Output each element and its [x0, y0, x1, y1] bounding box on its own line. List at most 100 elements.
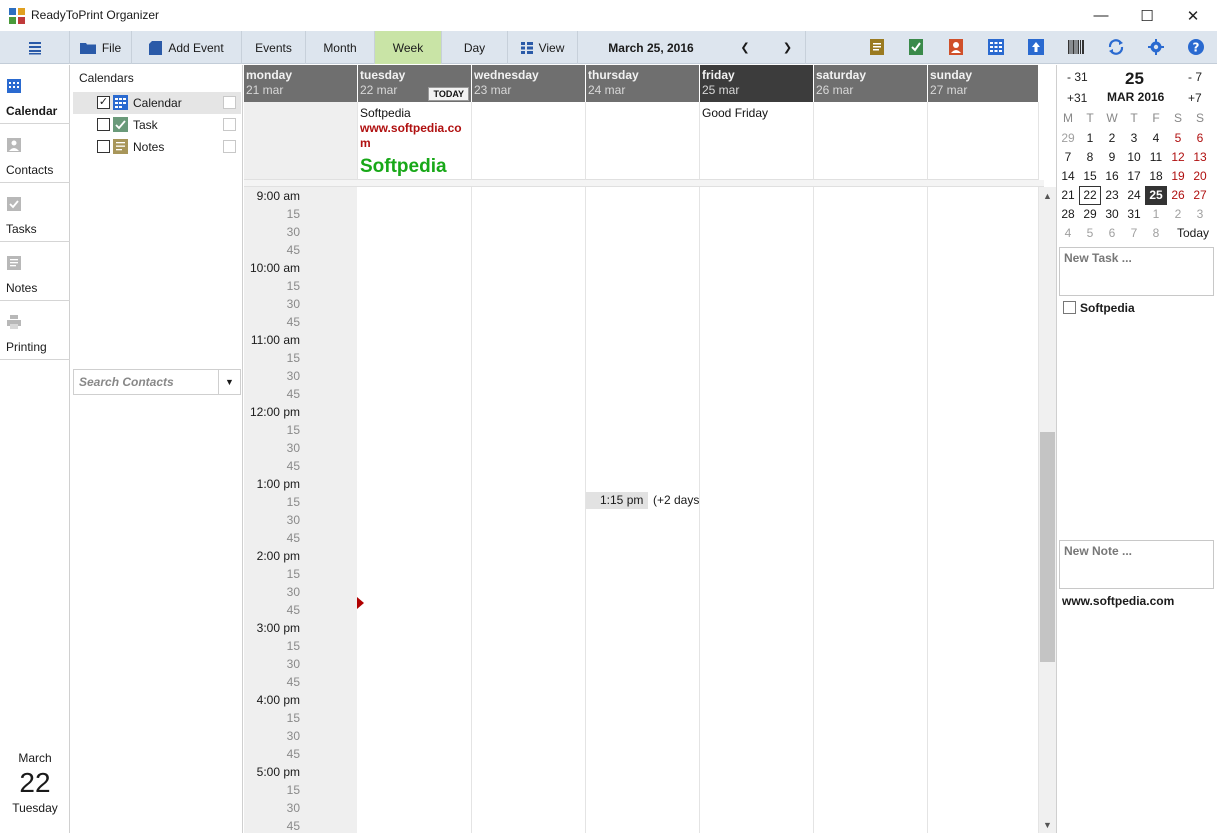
allday-cell-monday[interactable] [244, 102, 358, 180]
mini-calendar-date[interactable]: 6 [1101, 224, 1123, 243]
calendar-visibility-checkbox[interactable] [223, 96, 236, 109]
minimize-button[interactable]: — [1078, 0, 1124, 31]
mini-calendar-date[interactable]: 4 [1145, 129, 1167, 148]
allday-cell-thursday[interactable] [586, 102, 700, 180]
calendar-list-item[interactable]: Task [73, 114, 241, 136]
minus-month-button[interactable]: - 31 [1067, 70, 1088, 84]
day-header-friday[interactable]: friday 25 mar [700, 65, 814, 102]
current-date-label[interactable]: March 25, 2016 [578, 31, 724, 64]
mini-calendar-date[interactable]: 2 [1101, 129, 1123, 148]
scroll-up-icon[interactable]: ▲ [1039, 187, 1056, 204]
nav-item-printing[interactable]: Printing [0, 301, 70, 360]
day-header-thursday[interactable]: thursday 24 mar [586, 65, 700, 102]
mini-calendar-date[interactable]: 3 [1123, 129, 1145, 148]
mini-calendar-date[interactable]: 28 [1057, 205, 1079, 224]
maximize-button[interactable]: ☐ [1124, 0, 1170, 31]
mini-calendar-date[interactable]: 7 [1057, 148, 1079, 167]
mini-calendar-date[interactable]: 11 [1145, 148, 1167, 167]
task-checkbox[interactable] [97, 118, 110, 131]
mini-calendar-date[interactable]: 1 [1079, 129, 1101, 148]
task-visibility-checkbox[interactable] [223, 118, 236, 131]
allday-event[interactable]: Good Friday [702, 106, 768, 120]
mini-calendar-date[interactable]: 1 [1145, 205, 1167, 224]
task-done-checkbox[interactable] [1063, 301, 1076, 314]
day-column-wednesday[interactable] [472, 187, 586, 833]
allday-event-link[interactable]: www.softpedia.com [360, 121, 468, 151]
timed-event-continuation[interactable]: (+2 days [653, 492, 699, 509]
mini-calendar-date[interactable]: 21 [1057, 186, 1079, 205]
minus-week-button[interactable]: - 7 [1188, 70, 1202, 84]
plus-week-button[interactable]: +7 [1188, 91, 1202, 105]
new-note-input[interactable]: New Note ... [1059, 540, 1214, 589]
allday-event[interactable]: Softpedia [360, 106, 411, 120]
allday-cell-friday[interactable]: Good Friday [700, 102, 814, 180]
allday-event-title[interactable]: Softpedia [360, 156, 447, 178]
mini-calendar-date[interactable]: 25 [1145, 186, 1167, 205]
day-column-friday[interactable] [700, 187, 814, 833]
mini-calendar-date[interactable]: 29 [1079, 205, 1101, 224]
sidebar-toggle-button[interactable] [0, 31, 70, 64]
barcode-icon[interactable] [1067, 38, 1085, 56]
day-header-tuesday[interactable]: tuesday 22 mar TODAY [358, 65, 472, 102]
mini-calendar-date[interactable]: 12 [1167, 148, 1189, 167]
mini-calendar-date[interactable]: 22 [1079, 186, 1101, 205]
notes-visibility-checkbox[interactable] [223, 140, 236, 153]
next-period-button[interactable]: ❯ [770, 31, 806, 64]
plus-month-button[interactable]: +31 [1067, 91, 1087, 105]
day-header-monday[interactable]: monday 21 mar [244, 65, 358, 102]
day-header-sunday[interactable]: sunday 27 mar [928, 65, 1039, 102]
day-column-saturday[interactable] [814, 187, 928, 833]
mini-calendar-date[interactable]: 3 [1189, 205, 1211, 224]
today-button[interactable]: Today [1177, 226, 1209, 240]
mini-calendar-date[interactable]: 16 [1101, 167, 1123, 186]
mini-calendar-date[interactable]: 20 [1189, 167, 1211, 186]
mini-calendar-date[interactable]: 8 [1079, 148, 1101, 167]
mini-calendar-date[interactable]: 18 [1145, 167, 1167, 186]
mini-calendar-date[interactable]: 31 [1123, 205, 1145, 224]
mini-calendar-date[interactable]: 6 [1189, 129, 1211, 148]
day-column-tuesday[interactable] [357, 187, 472, 833]
mini-calendar-date[interactable]: 5 [1079, 224, 1101, 243]
vertical-scrollbar[interactable]: ▲ ▼ [1039, 187, 1056, 833]
events-view-button[interactable]: Events [242, 31, 306, 64]
mini-calendar-date[interactable]: 15 [1079, 167, 1101, 186]
mini-calendar-date[interactable]: 24 [1123, 186, 1145, 205]
mini-calendar-date[interactable]: 30 [1101, 205, 1123, 224]
mini-calendar-date[interactable]: 17 [1123, 167, 1145, 186]
mini-calendar-date[interactable]: 26 [1167, 186, 1189, 205]
mini-calendar-date[interactable]: 13 [1189, 148, 1211, 167]
mini-calendar-month[interactable]: MAR 2016 [1107, 90, 1164, 104]
task-icon[interactable] [907, 38, 925, 56]
search-contacts-input[interactable]: Search Contacts ▼ [73, 369, 241, 395]
nav-item-notes[interactable]: Notes [0, 242, 70, 301]
allday-cell-saturday[interactable] [814, 102, 928, 180]
file-menu-button[interactable]: File [70, 31, 132, 64]
allday-cell-tuesday[interactable]: Softpedia www.softpedia.com Softpedia [358, 102, 472, 180]
mini-calendar-date[interactable]: 9 [1101, 148, 1123, 167]
export-icon[interactable] [1027, 38, 1045, 56]
prev-period-button[interactable]: ❮ [728, 31, 762, 64]
month-view-button[interactable]: Month [306, 31, 375, 64]
mini-calendar-date[interactable]: 5 [1167, 129, 1189, 148]
chevron-down-icon[interactable]: ▼ [218, 370, 240, 394]
sync-icon[interactable] [1107, 38, 1125, 56]
allday-cell-wednesday[interactable] [472, 102, 586, 180]
nav-item-calendar[interactable]: Calendar [0, 65, 70, 124]
day-header-saturday[interactable]: saturday 26 mar [814, 65, 928, 102]
close-button[interactable]: ✕ [1170, 0, 1216, 31]
add-event-button[interactable]: Add Event [132, 31, 242, 64]
day-view-button[interactable]: Day [442, 31, 508, 64]
day-column-thursday[interactable] [586, 187, 700, 833]
calendar-icon[interactable] [987, 38, 1005, 56]
view-menu-button[interactable]: View [508, 31, 578, 64]
settings-icon[interactable] [1147, 38, 1165, 56]
scroll-down-icon[interactable]: ▼ [1039, 816, 1056, 833]
help-icon[interactable]: ? [1187, 38, 1205, 56]
timed-event[interactable]: 1:15 pm [586, 492, 648, 509]
nav-item-tasks[interactable]: Tasks [0, 183, 70, 242]
mini-calendar-date[interactable]: 14 [1057, 167, 1079, 186]
mini-calendar-date[interactable]: 23 [1101, 186, 1123, 205]
mini-calendar-date[interactable]: 19 [1167, 167, 1189, 186]
notes-checkbox[interactable] [97, 140, 110, 153]
note-item[interactable]: www.softpedia.com [1062, 594, 1174, 608]
